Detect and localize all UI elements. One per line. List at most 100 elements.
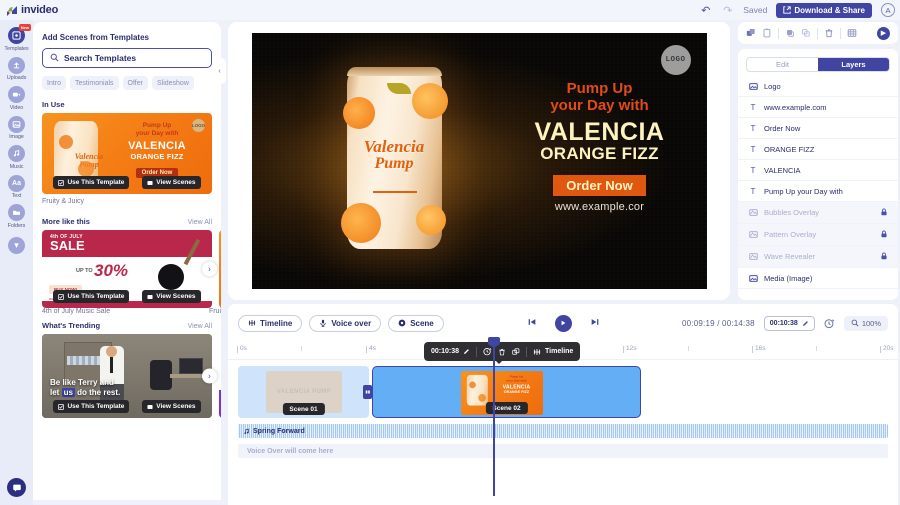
chip-slideshow[interactable]: Slideshow — [151, 76, 194, 90]
whats-trending-row: Be like Terry and let us do the rest. Us… — [33, 334, 221, 418]
lock-icon[interactable] — [880, 230, 888, 240]
can-lid-art — [346, 67, 442, 76]
scene-button[interactable]: Scene — [388, 314, 444, 332]
scene-duration-field[interactable]: 00:10:38 — [763, 315, 815, 331]
use-template-button[interactable]: Use This Template — [53, 400, 130, 413]
playhead[interactable] — [493, 344, 495, 496]
layer-row-media-image[interactable]: Media (Image) — [738, 268, 898, 289]
layer-row-valencia[interactable]: T VALENCIA — [738, 160, 898, 181]
template-card-next-peek[interactable] — [219, 230, 221, 308]
chip-testimonials[interactable]: Testimonials — [70, 76, 119, 90]
sidebar-item-uploads[interactable]: Uploads — [0, 56, 33, 84]
lock-icon[interactable] — [880, 208, 888, 218]
media-image-layer[interactable]: Valencia Pump — [340, 67, 448, 249]
sidebar-item-text[interactable]: Aa Text — [0, 174, 33, 202]
brand-logo[interactable]: invideo — [6, 4, 58, 16]
subtitle-layer[interactable]: ORANGE FIZZ — [515, 144, 685, 164]
tab-layers[interactable]: Layers — [818, 58, 889, 71]
scene-clip-01[interactable]: VALENCIA PUMP Scene 01 — [238, 366, 369, 418]
view-scenes-button[interactable]: View Scenes — [142, 290, 201, 303]
copy-icon[interactable] — [746, 28, 756, 38]
timer-icon[interactable] — [483, 347, 492, 356]
cta-layer[interactable]: Order Now — [553, 175, 646, 197]
top-bar-actions: ↶ ↷ Saved Download & Share A — [699, 2, 900, 18]
layer-row-order-now[interactable]: T Order Now — [738, 118, 898, 139]
sidebar-more-button[interactable]: ▾ — [0, 236, 33, 256]
section-title: More like this — [42, 217, 90, 226]
logo-layer[interactable]: LOGO — [660, 45, 691, 75]
tab-edit[interactable]: Edit — [747, 58, 818, 71]
layer-row-logo[interactable]: Logo — [738, 76, 898, 97]
template-caption: Frui — [208, 308, 221, 315]
layer-row-bubbles-overlay[interactable]: Bubbles Overlay — [738, 202, 898, 224]
video-preview-canvas[interactable]: LOGO Valencia Pump Pump Up your Day with … — [251, 33, 707, 289]
view-scenes-button[interactable]: View Scenes — [142, 400, 201, 413]
skip-next-icon[interactable] — [590, 317, 600, 329]
scene-timeline-button[interactable]: Timeline — [533, 348, 573, 356]
duplicate-icon[interactable] — [512, 347, 520, 356]
sidebar-item-templates[interactable]: New Templates — [0, 24, 33, 54]
search-input[interactable] — [64, 53, 204, 63]
play-button[interactable] — [554, 314, 572, 332]
layers-body: Edit Layers Logo T www.example.com T Ord… — [738, 49, 898, 300]
layer-label: www.example.com — [764, 102, 827, 112]
template-card-valencia[interactable]: LOGO Valencia Pump Pump Up your Day with … — [42, 113, 212, 194]
voiceover-button[interactable]: Voice over — [309, 314, 382, 332]
chat-icon[interactable] — [7, 478, 26, 497]
scene-duration-field[interactable]: 00:10:38 — [431, 348, 470, 355]
carousel-next-button[interactable]: › — [202, 261, 217, 277]
timeline-button[interactable]: Timeline — [238, 314, 303, 332]
avatar[interactable]: A — [881, 3, 895, 17]
chip-intro[interactable]: Intro — [42, 76, 67, 90]
use-template-button[interactable]: Use This Template — [53, 290, 130, 303]
redo-icon[interactable]: ↷ — [721, 4, 734, 17]
more-like-this-captions: 4th of July Music Sale Frui — [33, 308, 221, 315]
collapse-panel-button[interactable]: ‹ — [213, 58, 226, 84]
right-panel: ▶ Edit Layers Logo T www.example.com T O… — [738, 22, 898, 300]
toolbar-divider — [476, 346, 478, 357]
lock-icon[interactable] — [880, 252, 888, 262]
layer-row-url[interactable]: T www.example.com — [738, 97, 898, 118]
headline-layer[interactable]: Pump Up your Day with — [515, 80, 685, 115]
view-all-link[interactable]: View All — [188, 219, 212, 226]
timer-icon[interactable] — [824, 318, 835, 329]
play-icon[interactable]: ▶ — [877, 26, 890, 40]
sidebar-item-folders[interactable]: Folders — [0, 203, 33, 231]
carousel-next-button[interactable]: › — [202, 368, 217, 384]
delete-icon[interactable] — [824, 28, 834, 38]
template-card-terry[interactable]: Be like Terry and let us do the rest. Us… — [42, 334, 212, 418]
send-backward-icon[interactable] — [801, 28, 811, 38]
sidebar-item-video[interactable]: Video — [0, 85, 33, 113]
can-text: Valencia Pump — [74, 152, 104, 170]
template-card-july-sale[interactable]: 4th OF JULY SALE UP TO 30% BUY NOW! www.… — [42, 230, 212, 308]
voiceover-track[interactable]: Voice Over will come here — [238, 444, 888, 458]
trash-icon[interactable] — [498, 348, 506, 356]
use-template-button[interactable]: Use This Template — [53, 176, 130, 189]
sidebar-item-image[interactable]: Image — [0, 115, 33, 143]
title-layer[interactable]: VALENCIA — [515, 119, 685, 145]
download-share-button[interactable]: Download & Share — [776, 2, 872, 18]
grid-icon[interactable] — [847, 28, 857, 38]
url-layer[interactable]: www.example.cor — [515, 201, 685, 213]
layer-row-pump-up[interactable]: T Pump Up your Day with — [738, 181, 898, 202]
layer-row-pattern-overlay[interactable]: Pattern Overlay — [738, 224, 898, 246]
paste-icon[interactable] — [762, 28, 772, 38]
sidebar-item-music[interactable]: Music — [0, 144, 33, 172]
chip-offer[interactable]: Offer — [122, 76, 148, 90]
template-card-next-peek[interactable] — [219, 334, 221, 418]
audio-track[interactable]: Spring Forward — [238, 424, 888, 438]
bring-forward-icon[interactable] — [785, 28, 795, 38]
scene-transition-handle[interactable] — [363, 385, 372, 399]
layer-row-orange-fizz[interactable]: T ORANGE FIZZ — [738, 139, 898, 160]
timeline-icon — [533, 348, 541, 355]
view-all-link[interactable]: View All — [188, 323, 212, 330]
search-template-box[interactable] — [42, 48, 212, 68]
layer-row-wave-revealer[interactable]: Wave Revealer — [738, 246, 898, 268]
external-link-icon — [783, 6, 791, 14]
undo-icon[interactable]: ↶ — [699, 4, 712, 17]
scene-clip-02[interactable]: Pump Up your Day with VALENCIA ORANGE FIZ… — [372, 366, 641, 418]
toolbar-divider — [840, 27, 841, 39]
skip-previous-icon[interactable] — [527, 317, 537, 329]
view-scenes-button[interactable]: View Scenes — [142, 176, 201, 189]
zoom-control[interactable]: 100% — [843, 315, 888, 331]
